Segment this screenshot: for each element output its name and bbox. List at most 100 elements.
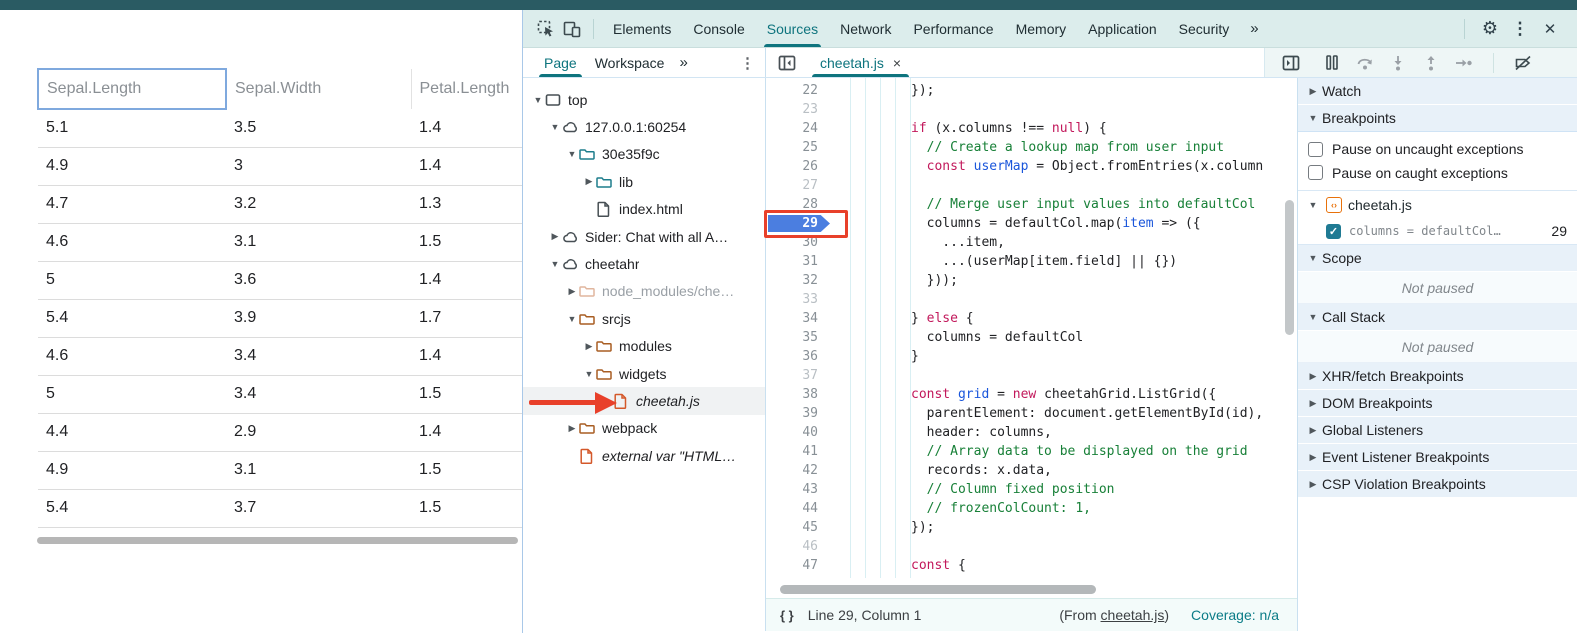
devtools-tab-elements[interactable]: Elements — [602, 10, 682, 47]
more-tabs-icon[interactable]: » — [1240, 20, 1267, 37]
line-number[interactable]: 32 — [766, 271, 824, 290]
csp-violation-breakpoints-header[interactable]: ▶ CSP Violation Breakpoints — [1298, 471, 1577, 498]
line-number[interactable]: 33 — [766, 290, 824, 309]
code-line-35[interactable]: 35 columns = defaultCol — [766, 328, 1283, 347]
line-number[interactable]: 34 — [766, 309, 824, 328]
dom-breakpoints-header[interactable]: ▶ DOM Breakpoints — [1298, 390, 1577, 417]
devtools-tab-performance[interactable]: Performance — [902, 10, 1004, 47]
devtools-tab-sources[interactable]: Sources — [756, 10, 829, 47]
chevron-down-icon[interactable]: ▼ — [565, 314, 579, 324]
breakpoint-entry[interactable]: ✓ columns = defaultCol… 29 — [1298, 218, 1577, 245]
line-number[interactable]: 40 — [766, 423, 824, 442]
table-cell[interactable]: 4.6 — [38, 223, 226, 261]
code-line-36[interactable]: 36} — [766, 347, 1283, 366]
tree-item-modules[interactable]: ▶modules — [523, 333, 765, 360]
device-toolbar-icon[interactable] — [559, 16, 585, 42]
step-out-icon[interactable] — [1419, 51, 1443, 75]
code-line-47[interactable]: 47const { — [766, 556, 1283, 575]
breakpoint-checkbox[interactable]: ✓ — [1326, 224, 1341, 239]
table-cell[interactable]: 1.4 — [411, 147, 522, 185]
line-number[interactable]: 44 — [766, 499, 824, 518]
line-number[interactable]: 25 — [766, 138, 824, 157]
show-debugger-sidebar-icon[interactable] — [1279, 51, 1303, 75]
step-over-icon[interactable] — [1353, 51, 1377, 75]
line-number[interactable]: 27 — [766, 176, 824, 195]
code-line-32[interactable]: 32 })); — [766, 271, 1283, 290]
table-cell[interactable]: 5.4 — [38, 489, 226, 527]
editor-horizontal-scrollbar[interactable] — [780, 585, 1096, 594]
xhr-breakpoints-header[interactable]: ▶ XHR/fetch Breakpoints — [1298, 363, 1577, 390]
line-number[interactable]: 46 — [766, 537, 824, 556]
pause-uncaught-checkbox[interactable] — [1308, 142, 1323, 157]
deactivate-breakpoints-icon[interactable] — [1511, 51, 1535, 75]
watch-section-header[interactable]: ▶ Watch — [1298, 78, 1577, 105]
table-cell[interactable]: 3 — [226, 147, 411, 185]
coverage-link[interactable]: Coverage: n/a — [1191, 607, 1279, 623]
table-cell[interactable]: 3.6 — [226, 261, 411, 299]
column-header-sepal-width[interactable]: Sepal.Width — [226, 69, 411, 109]
code-line-23[interactable]: 23 — [766, 100, 1283, 119]
line-number[interactable]: 41 — [766, 442, 824, 461]
pause-caught-row[interactable]: Pause on caught exceptions — [1298, 161, 1577, 191]
navigator-tab-workspace[interactable]: Workspace — [586, 48, 674, 77]
code-line-31[interactable]: 31 ...(userMap[item.field] || {}) — [766, 252, 1283, 271]
line-number[interactable]: 23 — [766, 100, 824, 119]
code-line-45[interactable]: 45}); — [766, 518, 1283, 537]
code-line-27[interactable]: 27 — [766, 176, 1283, 195]
editor-vertical-scrollbar[interactable] — [1285, 200, 1294, 335]
line-number[interactable]: 38 — [766, 385, 824, 404]
chevron-right-icon[interactable]: ▶ — [582, 341, 596, 352]
line-number[interactable]: 47 — [766, 556, 824, 575]
line-number[interactable]: 37 — [766, 366, 824, 385]
code-line-22[interactable]: 22}); — [766, 81, 1283, 100]
table-cell[interactable]: 3.4 — [226, 337, 411, 375]
line-number[interactable]: 36 — [766, 347, 824, 366]
table-cell[interactable]: 1.5 — [411, 375, 522, 413]
code-line-43[interactable]: 43 // Column fixed position — [766, 480, 1283, 499]
pause-script-icon[interactable] — [1320, 51, 1344, 75]
table-cell[interactable]: 3.5 — [226, 109, 411, 147]
devtools-tab-network[interactable]: Network — [829, 10, 902, 47]
origin-file-link[interactable]: cheetah.js — [1101, 607, 1165, 623]
call-stack-section-header[interactable]: ▼ Call Stack — [1298, 304, 1577, 331]
table-cell[interactable]: 1.5 — [411, 489, 522, 527]
line-number[interactable]: 24 — [766, 119, 824, 138]
chevron-down-icon[interactable]: ▼ — [531, 95, 545, 105]
chevron-down-icon[interactable]: ▼ — [548, 122, 562, 132]
navigator-menu-icon[interactable]: ⋮ — [740, 54, 755, 72]
line-number[interactable]: 22 — [766, 81, 824, 100]
table-cell[interactable]: 3.1 — [226, 451, 411, 489]
code-line-24[interactable]: 24if (x.columns !== null) { — [766, 119, 1283, 138]
table-cell[interactable]: 1.7 — [411, 299, 522, 337]
tree-item-lib[interactable]: ▶lib — [523, 168, 765, 195]
table-cell[interactable]: 2.9 — [226, 413, 411, 451]
line-number[interactable]: 35 — [766, 328, 824, 347]
chevron-right-icon[interactable]: ▶ — [565, 286, 579, 297]
step-icon[interactable] — [1452, 51, 1476, 75]
devtools-tab-memory[interactable]: Memory — [1005, 10, 1078, 47]
code-line-26[interactable]: 26 const userMap = Object.fromEntries(x.… — [766, 157, 1283, 176]
table-cell[interactable]: 3.4 — [226, 375, 411, 413]
code-line-42[interactable]: 42 records: x.data, — [766, 461, 1283, 480]
code-line-40[interactable]: 40 header: columns, — [766, 423, 1283, 442]
table-cell[interactable]: 1.4 — [411, 261, 522, 299]
table-cell[interactable]: 1.5 — [411, 451, 522, 489]
table-cell[interactable]: 1.4 — [411, 337, 522, 375]
devtools-tab-security[interactable]: Security — [1168, 10, 1241, 47]
tree-item-external-var-html-[interactable]: external var "HTML… — [523, 442, 765, 469]
line-number[interactable]: 45 — [766, 518, 824, 537]
devtools-tab-console[interactable]: Console — [682, 10, 755, 47]
devtools-tab-application[interactable]: Application — [1077, 10, 1168, 47]
code-line-46[interactable]: 46 — [766, 537, 1283, 556]
table-cell[interactable]: 1.5 — [411, 223, 522, 261]
table-cell[interactable]: 1.4 — [411, 109, 522, 147]
code-line-44[interactable]: 44 // frozenColCount: 1, — [766, 499, 1283, 518]
hide-navigator-icon[interactable] — [774, 50, 800, 76]
table-cell[interactable]: 1.3 — [411, 185, 522, 223]
code-line-41[interactable]: 41 // Array data to be displayed on the … — [766, 442, 1283, 461]
scope-section-header[interactable]: ▼ Scope — [1298, 245, 1577, 272]
chevron-right-icon[interactable]: ▶ — [548, 231, 562, 242]
global-listeners-header[interactable]: ▶ Global Listeners — [1298, 417, 1577, 444]
table-cell[interactable]: 5 — [38, 375, 226, 413]
event-listener-breakpoints-header[interactable]: ▶ Event Listener Breakpoints — [1298, 444, 1577, 471]
